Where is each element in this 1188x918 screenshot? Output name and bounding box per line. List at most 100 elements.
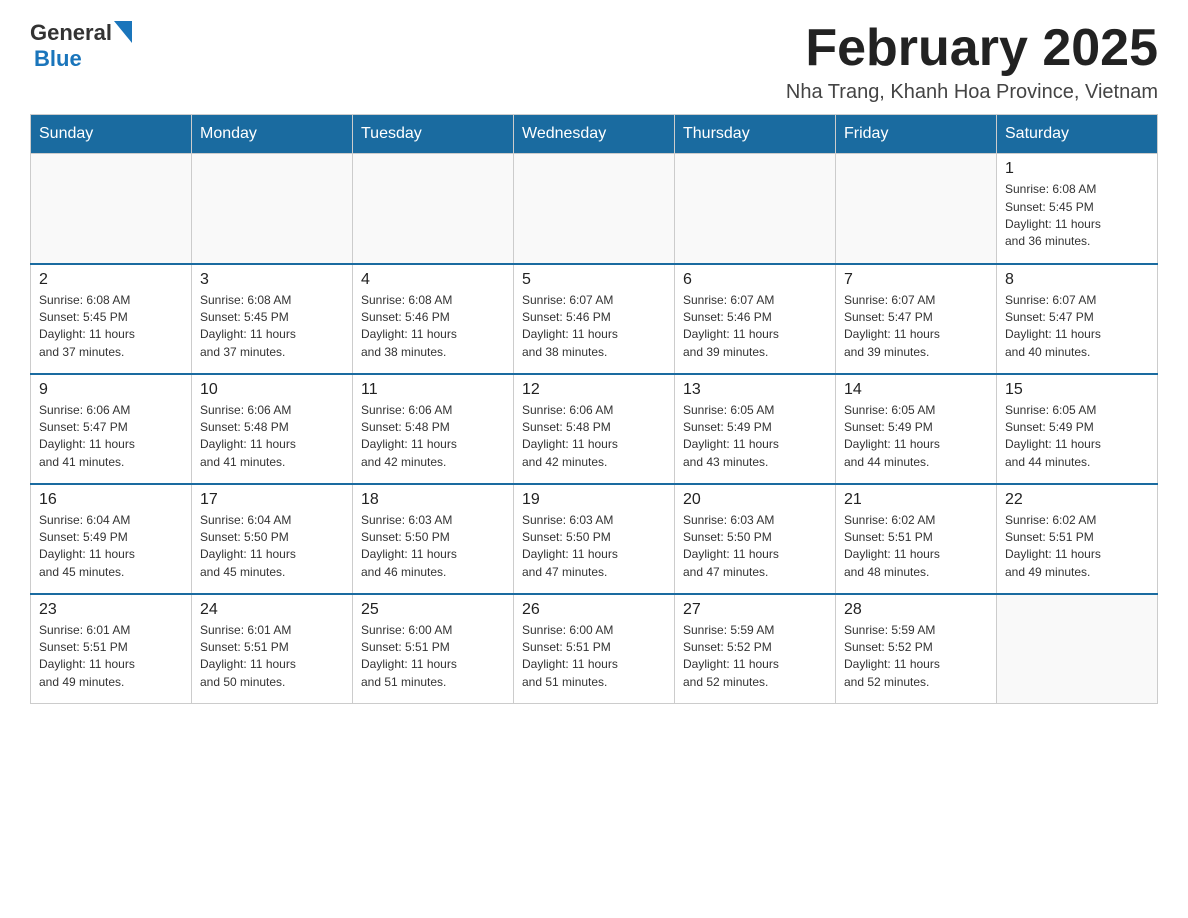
day-number: 27 xyxy=(683,601,827,619)
weekday-header-friday: Friday xyxy=(836,115,997,154)
day-info: Sunrise: 6:05 AM Sunset: 5:49 PM Dayligh… xyxy=(1005,402,1149,472)
calendar-cell xyxy=(353,154,514,264)
calendar-cell: 6 Sunrise: 6:07 AM Sunset: 5:46 PM Daylig… xyxy=(675,264,836,374)
title-area: February 2025 Nha Trang, Khanh Hoa Provi… xyxy=(786,20,1158,104)
calendar-cell xyxy=(675,154,836,264)
day-info: Sunrise: 6:04 AM Sunset: 5:50 PM Dayligh… xyxy=(200,512,344,582)
calendar-cell: 17 Sunrise: 6:04 AM Sunset: 5:50 PM Dayli… xyxy=(192,484,353,594)
day-info: Sunrise: 6:06 AM Sunset: 5:48 PM Dayligh… xyxy=(200,402,344,472)
calendar-cell: 9 Sunrise: 6:06 AM Sunset: 5:47 PM Daylig… xyxy=(31,374,192,484)
day-info: Sunrise: 6:07 AM Sunset: 5:47 PM Dayligh… xyxy=(844,292,988,362)
calendar-cell: 3Sunrise: 6:08 AM Sunset: 5:45 PM Daylig… xyxy=(192,264,353,374)
calendar-cell: 5 Sunrise: 6:07 AM Sunset: 5:46 PM Daylig… xyxy=(514,264,675,374)
day-number: 3 xyxy=(200,271,344,289)
calendar-cell: 1Sunrise: 6:08 AM Sunset: 5:45 PM Daylig… xyxy=(997,154,1158,264)
day-info: Sunrise: 6:05 AM Sunset: 5:49 PM Dayligh… xyxy=(844,402,988,472)
day-number: 18 xyxy=(361,491,505,509)
day-info: Sunrise: 6:03 AM Sunset: 5:50 PM Dayligh… xyxy=(522,512,666,582)
day-number: 25 xyxy=(361,601,505,619)
day-info: Sunrise: 6:08 AM Sunset: 5:46 PM Dayligh… xyxy=(361,292,505,362)
weekday-header-thursday: Thursday xyxy=(675,115,836,154)
calendar-cell: 22Sunrise: 6:02 AM Sunset: 5:51 PM Dayli… xyxy=(997,484,1158,594)
day-info: Sunrise: 6:07 AM Sunset: 5:47 PM Dayligh… xyxy=(1005,292,1149,362)
calendar-cell: 12 Sunrise: 6:06 AM Sunset: 5:48 PM Dayli… xyxy=(514,374,675,484)
day-number: 26 xyxy=(522,601,666,619)
day-number: 10 xyxy=(200,381,344,399)
day-number: 20 xyxy=(683,491,827,509)
day-number: 15 xyxy=(1005,381,1149,399)
calendar-cell: 24Sunrise: 6:01 AM Sunset: 5:51 PM Dayli… xyxy=(192,594,353,704)
day-number: 4 xyxy=(361,271,505,289)
calendar-cell: 27 Sunrise: 5:59 AM Sunset: 5:52 PM Dayli… xyxy=(675,594,836,704)
day-info: Sunrise: 6:01 AM Sunset: 5:51 PM Dayligh… xyxy=(39,622,183,692)
calendar-cell: 7 Sunrise: 6:07 AM Sunset: 5:47 PM Daylig… xyxy=(836,264,997,374)
weekday-header-row: SundayMondayTuesdayWednesdayThursdayFrid… xyxy=(31,115,1158,154)
calendar-week-row: 2 Sunrise: 6:08 AM Sunset: 5:45 PM Daylig… xyxy=(31,264,1158,374)
day-number: 11 xyxy=(361,381,505,399)
weekday-header-wednesday: Wednesday xyxy=(514,115,675,154)
calendar-cell: 11 Sunrise: 6:06 AM Sunset: 5:48 PM Dayli… xyxy=(353,374,514,484)
calendar-cell: 19 Sunrise: 6:03 AM Sunset: 5:50 PM Dayli… xyxy=(514,484,675,594)
calendar-cell: 14 Sunrise: 6:05 AM Sunset: 5:49 PM Dayli… xyxy=(836,374,997,484)
day-number: 23 xyxy=(39,601,183,619)
day-info: Sunrise: 5:59 AM Sunset: 5:52 PM Dayligh… xyxy=(844,622,988,692)
day-info: Sunrise: 6:02 AM Sunset: 5:51 PM Dayligh… xyxy=(844,512,988,582)
calendar-cell: 23 Sunrise: 6:01 AM Sunset: 5:51 PM Dayli… xyxy=(31,594,192,704)
day-number: 6 xyxy=(683,271,827,289)
day-info: Sunrise: 6:06 AM Sunset: 5:48 PM Dayligh… xyxy=(522,402,666,472)
day-info: Sunrise: 6:04 AM Sunset: 5:49 PM Dayligh… xyxy=(39,512,183,582)
location-subtitle: Nha Trang, Khanh Hoa Province, Vietnam xyxy=(786,81,1158,104)
day-number: 24 xyxy=(200,601,344,619)
day-number: 19 xyxy=(522,491,666,509)
calendar-cell: 25 Sunrise: 6:00 AM Sunset: 5:51 PM Dayli… xyxy=(353,594,514,704)
calendar-cell: 28 Sunrise: 5:59 AM Sunset: 5:52 PM Dayli… xyxy=(836,594,997,704)
day-info: Sunrise: 6:03 AM Sunset: 5:50 PM Dayligh… xyxy=(683,512,827,582)
day-info: Sunrise: 6:08 AM Sunset: 5:45 PM Dayligh… xyxy=(1005,181,1149,251)
day-info: Sunrise: 6:00 AM Sunset: 5:51 PM Dayligh… xyxy=(522,622,666,692)
calendar-table: SundayMondayTuesdayWednesdayThursdayFrid… xyxy=(30,114,1158,704)
day-info: Sunrise: 6:07 AM Sunset: 5:46 PM Dayligh… xyxy=(683,292,827,362)
day-number: 2 xyxy=(39,271,183,289)
calendar-week-row: 1Sunrise: 6:08 AM Sunset: 5:45 PM Daylig… xyxy=(31,154,1158,264)
day-info: Sunrise: 6:05 AM Sunset: 5:49 PM Dayligh… xyxy=(683,402,827,472)
calendar-cell: 21Sunrise: 6:02 AM Sunset: 5:51 PM Dayli… xyxy=(836,484,997,594)
day-number: 8 xyxy=(1005,271,1149,289)
calendar-week-row: 16 Sunrise: 6:04 AM Sunset: 5:49 PM Dayli… xyxy=(31,484,1158,594)
day-number: 12 xyxy=(522,381,666,399)
calendar-week-row: 9 Sunrise: 6:06 AM Sunset: 5:47 PM Daylig… xyxy=(31,374,1158,484)
calendar-cell: 10 Sunrise: 6:06 AM Sunset: 5:48 PM Dayli… xyxy=(192,374,353,484)
calendar-cell: 13 Sunrise: 6:05 AM Sunset: 5:49 PM Dayli… xyxy=(675,374,836,484)
day-number: 7 xyxy=(844,271,988,289)
calendar-cell xyxy=(997,594,1158,704)
day-number: 9 xyxy=(39,381,183,399)
calendar-cell xyxy=(192,154,353,264)
logo: General Blue xyxy=(30,20,132,72)
month-year-title: February 2025 xyxy=(786,20,1158,77)
calendar-cell: 16 Sunrise: 6:04 AM Sunset: 5:49 PM Dayli… xyxy=(31,484,192,594)
calendar-cell: 18 Sunrise: 6:03 AM Sunset: 5:50 PM Dayli… xyxy=(353,484,514,594)
calendar-cell: 15 Sunrise: 6:05 AM Sunset: 5:49 PM Dayli… xyxy=(997,374,1158,484)
day-info: Sunrise: 6:03 AM Sunset: 5:50 PM Dayligh… xyxy=(361,512,505,582)
day-number: 28 xyxy=(844,601,988,619)
page-header: General Blue February 2025 Nha Trang, Kh… xyxy=(30,20,1158,104)
day-info: Sunrise: 6:07 AM Sunset: 5:46 PM Dayligh… xyxy=(522,292,666,362)
calendar-cell: 8 Sunrise: 6:07 AM Sunset: 5:47 PM Daylig… xyxy=(997,264,1158,374)
day-number: 5 xyxy=(522,271,666,289)
day-info: Sunrise: 6:08 AM Sunset: 5:45 PM Dayligh… xyxy=(39,292,183,362)
calendar-cell xyxy=(836,154,997,264)
day-info: Sunrise: 5:59 AM Sunset: 5:52 PM Dayligh… xyxy=(683,622,827,692)
day-number: 13 xyxy=(683,381,827,399)
weekday-header-tuesday: Tuesday xyxy=(353,115,514,154)
day-info: Sunrise: 6:06 AM Sunset: 5:48 PM Dayligh… xyxy=(361,402,505,472)
day-number: 17 xyxy=(200,491,344,509)
logo-general-text: General xyxy=(30,20,112,46)
day-number: 16 xyxy=(39,491,183,509)
calendar-cell xyxy=(514,154,675,264)
day-number: 14 xyxy=(844,381,988,399)
calendar-cell xyxy=(31,154,192,264)
weekday-header-sunday: Sunday xyxy=(31,115,192,154)
calendar-week-row: 23 Sunrise: 6:01 AM Sunset: 5:51 PM Dayli… xyxy=(31,594,1158,704)
day-info: Sunrise: 6:06 AM Sunset: 5:47 PM Dayligh… xyxy=(39,402,183,472)
day-info: Sunrise: 6:00 AM Sunset: 5:51 PM Dayligh… xyxy=(361,622,505,692)
weekday-header-saturday: Saturday xyxy=(997,115,1158,154)
